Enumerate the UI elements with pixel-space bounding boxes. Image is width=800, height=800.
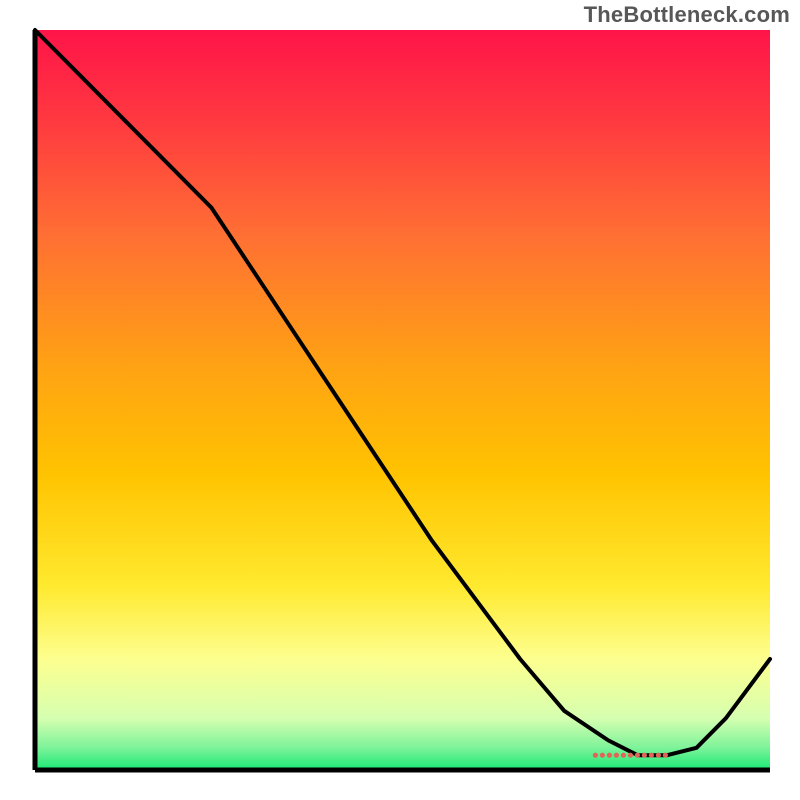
minimum-marker [593,753,668,758]
watermark-text: TheBottleneck.com [584,2,790,28]
bottleneck-chart [0,0,800,800]
chart-container: TheBottleneck.com [0,0,800,800]
